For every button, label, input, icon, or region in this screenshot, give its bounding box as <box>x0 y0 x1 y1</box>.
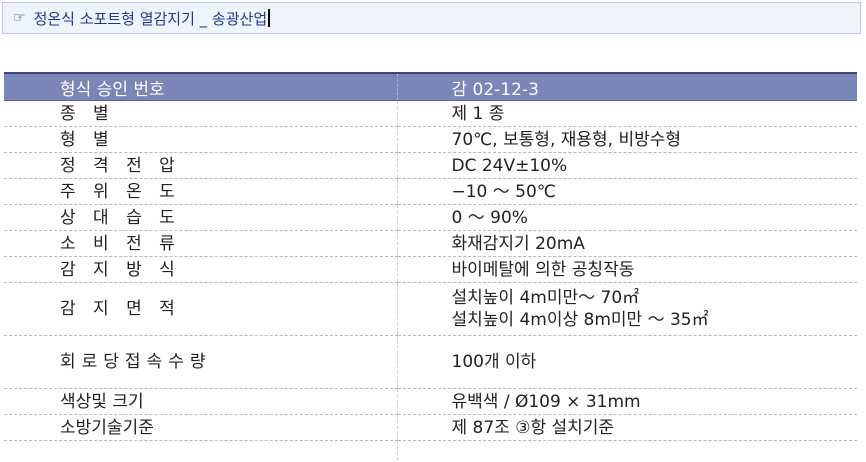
table-row: 정 격 전 압 DC 24V±10% <box>4 152 857 179</box>
row-value <box>396 440 857 462</box>
row-value: 제 1 종 <box>396 100 857 127</box>
row-label: 감 지 방 식 <box>4 256 397 283</box>
table-row: 형 별 70℃, 보통형, 재용형, 비방수형 <box>4 126 857 153</box>
row-value: −10 ～ 50℃ <box>396 178 857 205</box>
row-label: 감 지 면 적 <box>4 282 397 336</box>
row-value: 100개 이하 <box>396 335 857 389</box>
pointing-hand-icon: ☞ <box>13 10 26 26</box>
row-label: 회로당접속수량 <box>4 335 397 389</box>
table-row: 종 별 제 1 종 <box>4 100 857 127</box>
table-row: 소 비 전 류 화재감지기 20mA <box>4 230 857 257</box>
table-row: 감 지 방 식 바이메탈에 의한 공칭작동 <box>4 256 857 283</box>
row-value: 70℃, 보통형, 재용형, 비방수형 <box>396 126 857 153</box>
table-row <box>4 440 857 462</box>
row-label: 정 격 전 압 <box>4 152 397 179</box>
row-label: 소 비 전 류 <box>4 230 397 257</box>
row-label: 소방기술기준 <box>4 414 397 441</box>
row-label: 색상및 크기 <box>4 388 397 415</box>
row-value: 설치높이 4m미만～ 70㎡ 설치높이 4m이상 8m미만 ～ 35㎡ <box>396 282 857 336</box>
row-value: DC 24V±10% <box>396 152 857 179</box>
row-label: 종 별 <box>4 100 397 127</box>
row-label <box>4 440 397 462</box>
table-row: 상 대 습 도 0 ～ 90% <box>4 204 857 231</box>
table-row: 소방기술기준 제 87조 ③항 설치기준 <box>4 414 857 441</box>
table-row: 색상및 크기 유백색 / Ø109 × 31mm <box>4 388 857 415</box>
text-cursor <box>268 9 271 27</box>
row-label: 형 별 <box>4 126 397 153</box>
spec-table: 형식 승인 번호 감 02-12-3 종 별 제 1 종 형 별 70℃, 보통… <box>4 72 857 462</box>
page-title-bar: ☞ 정온식 소포트형 열감지기 _ 송광산업 <box>2 2 861 34</box>
row-value: 화재감지기 20mA <box>396 230 857 257</box>
approval-number-value: 감 02-12-3 <box>396 72 857 101</box>
table-header-row: 형식 승인 번호 감 02-12-3 <box>4 72 857 101</box>
table-row: 감 지 면 적 설치높이 4m미만～ 70㎡ 설치높이 4m이상 8m미만 ～ … <box>4 282 857 336</box>
approval-number-label: 형식 승인 번호 <box>4 72 397 101</box>
row-value: 바이메탈에 의한 공칭작동 <box>396 256 857 283</box>
row-label: 주 위 온 도 <box>4 178 397 205</box>
row-label: 상 대 습 도 <box>4 204 397 231</box>
row-value: 0 ～ 90% <box>396 204 857 231</box>
row-value: 유백색 / Ø109 × 31mm <box>396 388 857 415</box>
page-title: 정온식 소포트형 열감지기 _ 송광산업 <box>33 9 268 28</box>
table-row: 주 위 온 도 −10 ～ 50℃ <box>4 178 857 205</box>
row-value: 제 87조 ③항 설치기준 <box>396 414 857 441</box>
table-row: 회로당접속수량 100개 이하 <box>4 335 857 389</box>
